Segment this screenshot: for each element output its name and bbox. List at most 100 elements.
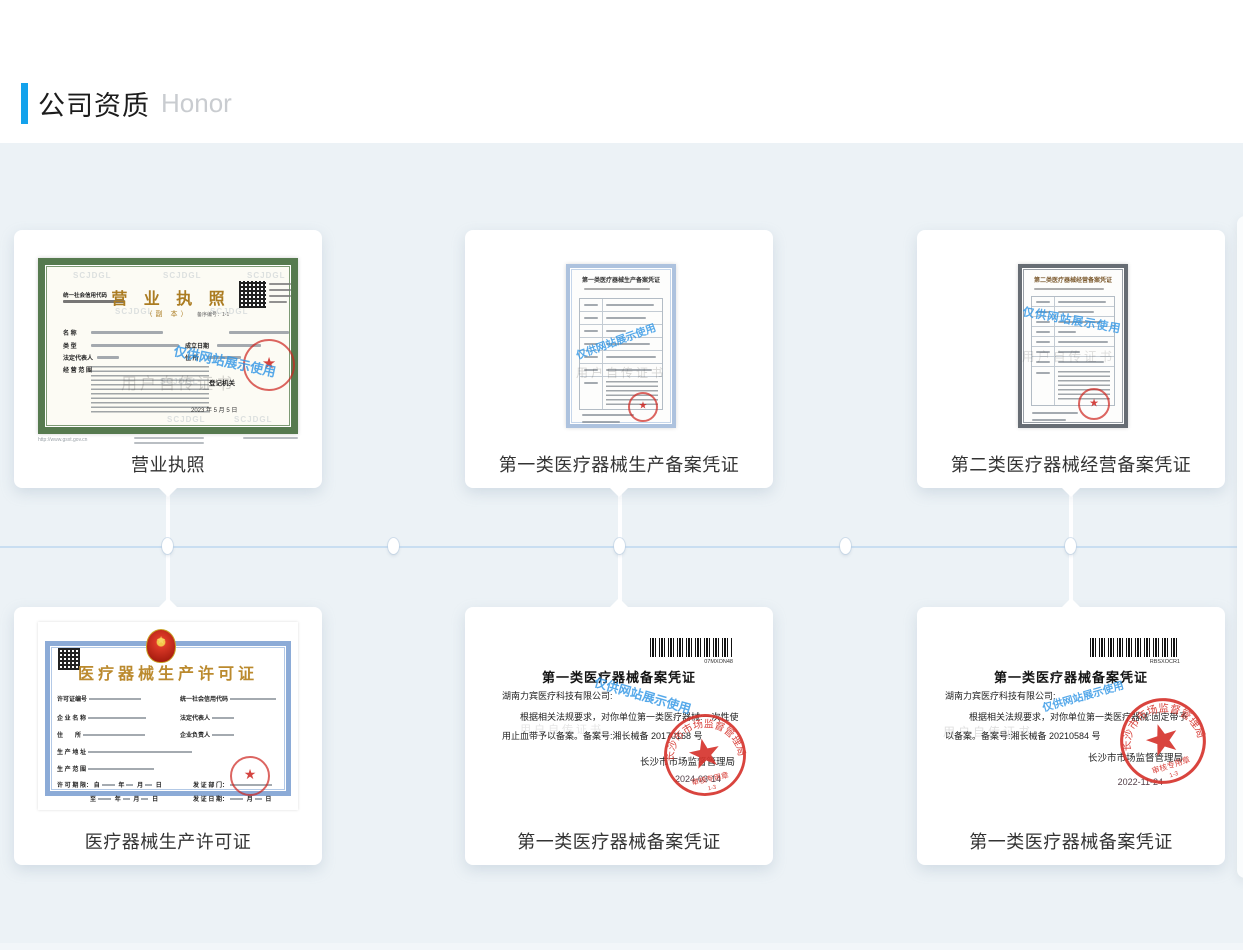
certificate-title: 第一类医疗器械生产备案凭证 [570, 275, 672, 284]
field-label-legal-rep: 法定代表人 [63, 353, 93, 362]
card-caption: 第二类医疗器械经营备案凭证 [917, 451, 1225, 477]
issue-date-label: 发 证 日 期： [193, 797, 228, 803]
prod-filing-image: 第一类医疗器械生产备案凭证 ★ 用户自传证书 仅供网站展示使用 [566, 264, 676, 428]
watermark-grid: SCJDGL [167, 415, 205, 424]
honor-page: 公司资质 Honor SCJDGL SCJDGL SCJDGL SCJDGL S… [0, 0, 1243, 950]
page-subtitle: Honor [161, 88, 232, 119]
field-label: 住 所 [57, 733, 81, 739]
certificate-card-business-license[interactable]: SCJDGL SCJDGL SCJDGL SCJDGL SCJDGL SCJDG… [14, 230, 322, 488]
card-caption: 医疗器械生产许可证 [14, 828, 322, 854]
accent-bar [21, 83, 28, 124]
watermark-grid: SCJDGL [247, 271, 285, 280]
text-line-placeholder [584, 288, 650, 290]
card-caption: 营业执照 [14, 451, 322, 477]
field-label: 生 产 地 址 [57, 750, 86, 756]
card-caption: 第一类医疗器械备案凭证 [465, 828, 773, 854]
text-line-placeholder [1034, 288, 1104, 290]
barcode-text: 07MXON48 [650, 659, 733, 665]
watermark-user-upload: 用户自传证书 [943, 723, 1033, 740]
license-serial: 备序编号：1-1 [197, 311, 229, 318]
field-label-scope: 经 营 范 围 [63, 365, 92, 374]
text-line-placeholder [269, 295, 291, 297]
field-label-name: 名 称 [63, 328, 77, 337]
text-line-placeholder [91, 344, 179, 347]
oper-filing-image: 第二类医疗器械经营备案凭证 ★ 用户自传证书 仅供网站展示使用 [1018, 264, 1128, 428]
watermark-user-upload: 用户自传证书 [576, 364, 666, 381]
section-bottom-band [0, 943, 1243, 950]
period-from: 自 [94, 783, 100, 789]
text-line-placeholder [582, 414, 634, 416]
red-seal-stamp: ★ [628, 392, 658, 422]
card-pointer [1061, 598, 1081, 608]
field-label: 企 业 名 称 [57, 716, 86, 722]
stamp-label: 审核专用章 [690, 769, 729, 787]
business-license-image: SCJDGL SCJDGL SCJDGL SCJDGL SCJDGL SCJDG… [38, 258, 298, 434]
barcode-text: RBSXOCR1 [1090, 659, 1180, 665]
card-pointer [609, 598, 629, 608]
national-emblem-icon: ★ [146, 629, 176, 663]
field-label: 许可证编号 [57, 697, 87, 703]
red-seal-stamp: ★ [230, 756, 270, 796]
watermark-user-upload: 用户自传证书 [121, 370, 235, 394]
certificate-card-filing-a[interactable]: 07MXON48 第一类医疗器械备案凭证 湖南力宾医疗科技有限公司: 根据相关法… [465, 607, 773, 865]
text-line-placeholder [1032, 419, 1066, 421]
card-pointer [1061, 487, 1081, 497]
qr-code-icon [239, 281, 266, 308]
certificate-title: 第一类医疗器械备案凭证 [917, 667, 1225, 686]
text-line-placeholder [97, 356, 119, 359]
text-line-placeholder [269, 301, 287, 303]
certificate-card-prod-filing[interactable]: 第一类医疗器械生产备案凭证 ★ 用户自传证书 仅供网站展示使用 第一类医疗器械生… [465, 230, 773, 488]
timeline-dot [1065, 538, 1076, 554]
text-line-placeholder [134, 442, 204, 444]
footer-url: http://www.gsxt.gov.cn [38, 437, 87, 443]
certificate-card-oper-filing[interactable]: 第二类医疗器械经营备案凭证 ★ 用户自传证书 仅供网站展示使用 [917, 230, 1225, 488]
page-title: 公司资质 [38, 84, 150, 123]
period-to: 至 [90, 797, 96, 803]
license-footer: http://www.gsxt.gov.cn [38, 437, 298, 449]
watermark-grid: SCJDGL [73, 271, 111, 280]
prod-license-image: ★ 医疗器械生产许可证 许可证编号 统一社会信用代码 企 业 名 称 法定代表人… [38, 622, 298, 810]
timeline-dot [388, 538, 399, 554]
next-card-peek [1237, 216, 1243, 878]
field-label: 生 产 范 围 [57, 767, 86, 773]
text-line-placeholder [582, 421, 620, 423]
text-line-placeholder [243, 437, 298, 439]
field-label: 统一社会信用代码 [180, 697, 228, 703]
watermark-user-upload: 用户自传证书 [520, 721, 604, 737]
stamp-number: 1-3 [707, 785, 717, 793]
timeline-dot [840, 538, 851, 554]
honor-section: SCJDGL SCJDGL SCJDGL SCJDGL SCJDGL SCJDG… [0, 143, 1243, 950]
timeline-dot [162, 538, 173, 554]
license-title: 医疗器械生产许可证 [38, 660, 298, 684]
red-seal-stamp: 长沙市市场监督管理局 审核专用章 1-3 [655, 705, 755, 805]
text-line-placeholder [91, 331, 163, 334]
company-line: 湖南力宾医疗科技有限公司: [945, 689, 1056, 702]
field-label-type: 类 型 [63, 341, 77, 350]
watermark-grid: SCJDGL [234, 415, 272, 424]
red-seal-stamp: ★ [1078, 388, 1110, 420]
watermark-grid: SCJDGL [163, 271, 201, 280]
text-line-placeholder [134, 437, 204, 439]
issuer-label: 发 证 部 门： [193, 783, 228, 789]
text-line-placeholder [229, 331, 289, 334]
watermark-user-upload: 用户自传证书 [1022, 346, 1115, 365]
license-date: 2023 年 5 月 5 日 [191, 405, 237, 414]
field-label: 企业负责人 [180, 733, 210, 739]
text-line-placeholder [1032, 412, 1078, 414]
certificate-card-prod-license[interactable]: ★ 医疗器械生产许可证 许可证编号 统一社会信用代码 企 业 名 称 法定代表人… [14, 607, 322, 865]
card-caption: 第一类医疗器械生产备案凭证 [465, 451, 773, 477]
text-line-placeholder [269, 289, 291, 291]
license-subtitle: （副 本） [45, 309, 291, 319]
card-pointer [609, 487, 629, 497]
card-pointer [158, 487, 178, 497]
certificate-title: 第二类医疗器械经营备案凭证 [1022, 275, 1124, 284]
period-label: 许 可 期 限： [57, 783, 92, 789]
card-pointer [158, 598, 178, 608]
card-caption: 第一类医疗器械备案凭证 [917, 828, 1225, 854]
timeline-dot [614, 538, 625, 554]
text-line-placeholder [269, 283, 291, 285]
barcode [1090, 638, 1180, 657]
field-label: 法定代表人 [180, 716, 210, 722]
barcode [650, 638, 733, 657]
certificate-card-filing-b[interactable]: RBSXOCR1 第一类医疗器械备案凭证 湖南力宾医疗科技有限公司: 根据相关法… [917, 607, 1225, 865]
